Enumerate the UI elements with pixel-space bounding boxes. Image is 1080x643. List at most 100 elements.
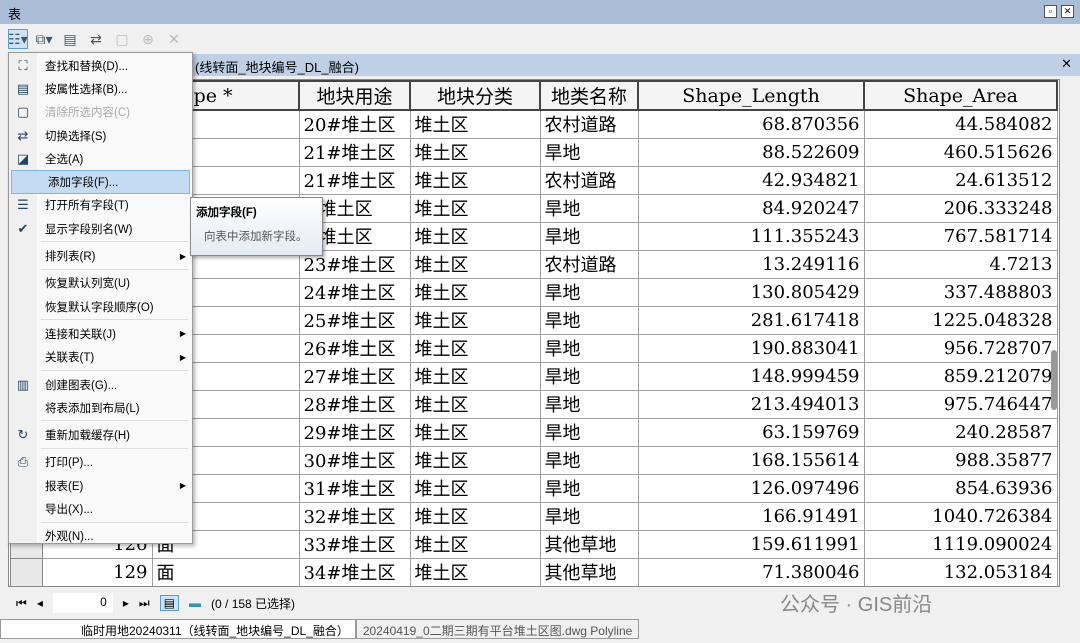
cell-len[interactable]: 71.380046 (637, 557, 865, 586)
column-header-dkyt[interactable]: 地块用途 (298, 80, 411, 111)
record-number-input[interactable]: 0 (52, 593, 113, 613)
cell-yt[interactable]: 29#堆土区 (298, 417, 411, 447)
cell-yt[interactable]: 33#堆土区 (298, 529, 411, 559)
next-record-button[interactable]: ▸ (123, 596, 129, 610)
row-selector[interactable] (9, 557, 43, 586)
cell-mc[interactable]: 旱地 (539, 137, 639, 167)
column-header-shape-length[interactable]: Shape_Length (637, 80, 865, 111)
clear-selection-icon[interactable]: ▢ (112, 29, 132, 49)
cell-len[interactable]: 88.522609 (637, 137, 865, 167)
show-selected-records-button[interactable]: ▬ (189, 596, 201, 610)
menu-item[interactable]: 恢复默认列宽(U) (9, 272, 192, 295)
cell-mc[interactable]: 旱地 (539, 221, 639, 251)
menu-item[interactable]: 添加字段(F)... (11, 170, 190, 194)
cell-mc[interactable]: 旱地 (539, 277, 639, 307)
vertical-scrollbar[interactable] (1051, 350, 1057, 410)
menu-item[interactable]: 外观(N)... (9, 525, 192, 548)
cell-fl[interactable]: 堆土区 (409, 109, 541, 139)
table-options-button[interactable]: ☷▾ (8, 29, 28, 49)
menu-item[interactable]: ▤ 按属性选择(B)... (9, 77, 192, 100)
cell-mc[interactable]: 旱地 (539, 193, 639, 223)
menu-item[interactable]: ◪ 全选(A) (9, 147, 192, 170)
cell-yt[interactable]: 24#堆土区 (298, 277, 411, 307)
cell-yt[interactable]: 27#堆土区 (298, 361, 411, 391)
first-record-button[interactable]: ⏮ (16, 596, 27, 611)
switch-selection-icon[interactable]: ⇄ (86, 29, 106, 49)
cell-mc[interactable]: 农村道路 (539, 165, 639, 195)
cell-len[interactable]: 159.611991 (637, 529, 865, 559)
column-header-dlmc[interactable]: 地类名称 (539, 80, 639, 111)
cell-len[interactable]: 126.097496 (637, 473, 865, 503)
cell-yt[interactable]: 32#堆土区 (298, 501, 411, 531)
cell-mc[interactable]: 旱地 (539, 361, 639, 391)
cell-len[interactable]: 281.617418 (637, 305, 865, 335)
zoom-selected-icon[interactable]: ⊕ (138, 29, 158, 49)
cell-len[interactable]: 111.355243 (637, 221, 865, 251)
cell-yt[interactable]: 26#堆土区 (298, 333, 411, 363)
cell-mc[interactable]: 旱地 (539, 305, 639, 335)
cell-area[interactable]: 1040.726384 (863, 501, 1058, 531)
cell-shape[interactable]: 面 (151, 557, 300, 586)
cell-len[interactable]: 68.870356 (637, 109, 865, 139)
cell-mc[interactable]: 农村道路 (539, 249, 639, 279)
cell-area[interactable]: 1119.090024 (863, 529, 1058, 559)
cell-fl[interactable]: 堆土区 (409, 557, 541, 586)
cell-yt[interactable]: 25#堆土区 (298, 305, 411, 335)
cell-len[interactable]: 63.159769 (637, 417, 865, 447)
cell-area[interactable]: 240.28587 (863, 417, 1058, 447)
cell-area[interactable]: 956.728707 (863, 333, 1058, 363)
cell-mc[interactable]: 旱地 (539, 445, 639, 475)
cell-mc[interactable]: 旱地 (539, 389, 639, 419)
cell-len[interactable]: 148.999459 (637, 361, 865, 391)
select-by-attributes-icon[interactable]: ▤ (60, 29, 80, 49)
cell-area[interactable]: 460.515626 (863, 137, 1058, 167)
cell-area[interactable]: 337.488803 (863, 277, 1058, 307)
restore-icon[interactable]: ▫ (1044, 5, 1057, 18)
cell-area[interactable]: 975.746447 (863, 389, 1058, 419)
menu-item[interactable]: 将表添加到布局(L) (9, 396, 192, 419)
cell-len[interactable]: 42.934821 (637, 165, 865, 195)
cell-mc[interactable]: 旱地 (539, 501, 639, 531)
cell-area[interactable]: 24.613512 (863, 165, 1058, 195)
cell-len[interactable]: 84.920247 (637, 193, 865, 223)
cell-area[interactable]: 859.212079 (863, 361, 1058, 391)
column-header-dkfl[interactable]: 地块分类 (409, 80, 541, 111)
cell-mc[interactable]: 其他草地 (539, 557, 639, 586)
cell-area[interactable]: 206.333248 (863, 193, 1058, 223)
cell-yt[interactable]: 21#堆土区 (298, 137, 411, 167)
menu-item[interactable]: ⎙ 打印(P)... (9, 451, 192, 474)
cell-fid[interactable]: 129 (41, 557, 153, 586)
cell-area[interactable]: 1225.048328 (863, 305, 1058, 335)
last-record-button[interactable]: ⏭ (139, 596, 150, 611)
cell-yt[interactable]: 28#堆土区 (298, 389, 411, 419)
cell-len[interactable]: 168.155614 (637, 445, 865, 475)
cell-len[interactable]: 213.494013 (637, 389, 865, 419)
cell-mc[interactable]: 农村道路 (539, 109, 639, 139)
menu-item[interactable]: ⇄ 切换选择(S) (9, 124, 192, 147)
cell-fl[interactable]: 堆土区 (409, 501, 541, 531)
cell-fl[interactable]: 堆土区 (409, 389, 541, 419)
menu-item[interactable]: 报表(E) ▶ (9, 474, 192, 497)
menu-item[interactable]: ▥ 创建图表(G)... (9, 373, 192, 396)
menu-item[interactable]: 恢复默认字段顺序(O) (9, 295, 192, 318)
cell-area[interactable]: 132.053184 (863, 557, 1058, 586)
delete-icon[interactable]: ✕ (164, 29, 184, 49)
close-icon[interactable]: ✕ (1061, 5, 1074, 18)
menu-item[interactable]: 关联表(T) ▶ (9, 346, 192, 369)
menu-item[interactable]: 排列表(R) ▶ (9, 244, 192, 267)
bottom-tab-dwg[interactable]: 20240419_0二期三期有平台堆土区图.dwg Polyline (355, 619, 640, 639)
menu-item[interactable]: ↻ 重新加载缓存(H) (9, 423, 192, 446)
cell-len[interactable]: 13.249116 (637, 249, 865, 279)
cell-fl[interactable]: 堆土区 (409, 361, 541, 391)
cell-yt[interactable]: 31#堆土区 (298, 473, 411, 503)
menu-item[interactable]: 导出(X)... (9, 497, 192, 520)
cell-fl[interactable]: 堆土区 (409, 165, 541, 195)
cell-fl[interactable]: 堆土区 (409, 305, 541, 335)
cell-fl[interactable]: 堆土区 (409, 193, 541, 223)
cell-mc[interactable]: 其他草地 (539, 529, 639, 559)
cell-area[interactable]: 767.581714 (863, 221, 1058, 251)
cell-area[interactable]: 4.7213 (863, 249, 1058, 279)
menu-item[interactable]: ▢ 清除所选内容(C) (9, 101, 192, 124)
menu-item[interactable]: ☰ 打开所有字段(T) (9, 194, 192, 217)
cell-fl[interactable]: 堆土区 (409, 277, 541, 307)
